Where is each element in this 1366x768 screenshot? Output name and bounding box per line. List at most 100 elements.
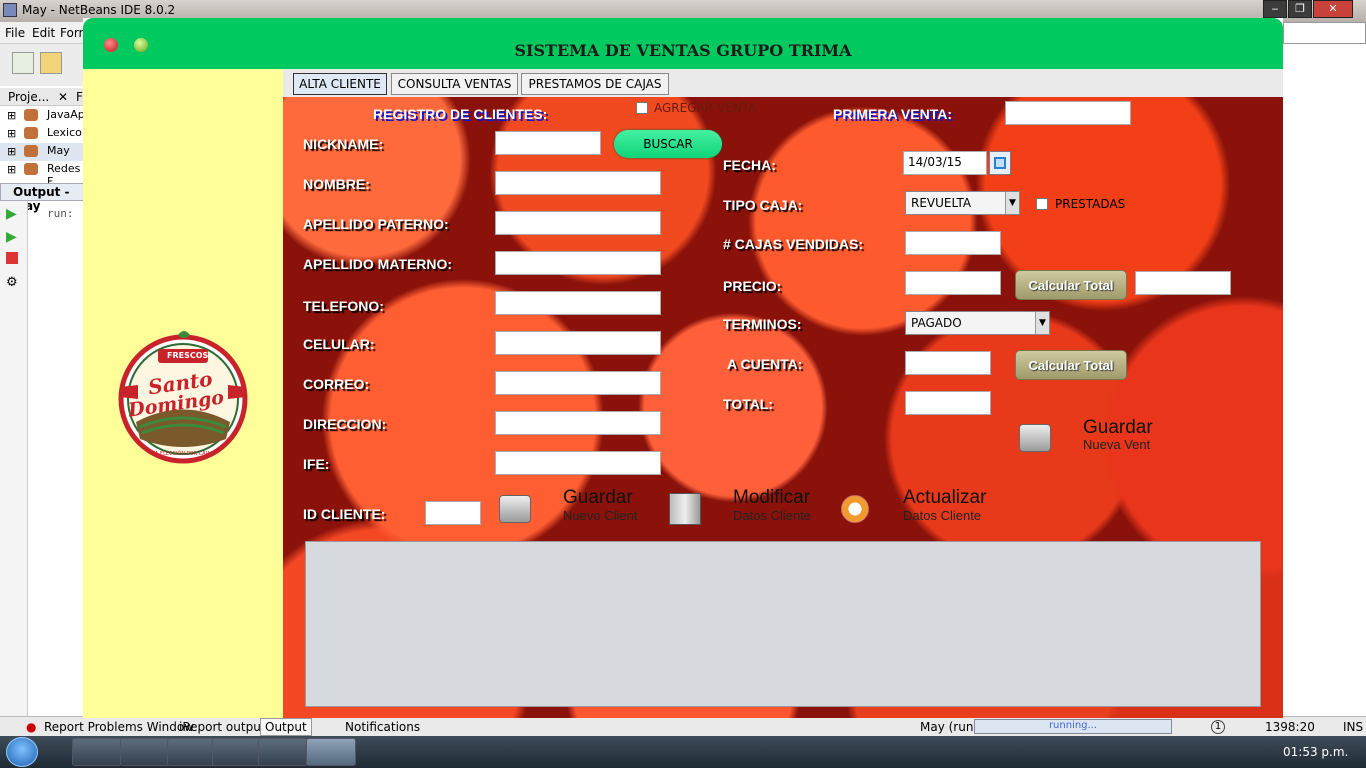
- refresh-icon[interactable]: [841, 495, 869, 523]
- calcular-total-button-1[interactable]: Calcular Total: [1015, 270, 1127, 300]
- cajas-vendidas-input[interactable]: [905, 231, 1001, 255]
- taskbar-explorer[interactable]: [72, 738, 122, 766]
- rerun-icon[interactable]: ▶: [6, 206, 22, 222]
- start-button[interactable]: [6, 737, 38, 767]
- settings-icon[interactable]: ⚙: [6, 275, 22, 291]
- primera-venta-label: PRIMERA VENTA:: [833, 106, 952, 122]
- modificar-cliente-button[interactable]: Modificar: [733, 487, 810, 509]
- output-tab-header[interactable]: Output - May: [0, 183, 84, 213]
- telefono-input[interactable]: [495, 291, 661, 315]
- prestadas-checkbox[interactable]: [1036, 198, 1048, 210]
- correo-input[interactable]: [495, 371, 661, 395]
- project-icon: [24, 109, 38, 121]
- registro-clientes-heading: REGISTRO DE CLIENTES:: [373, 106, 548, 122]
- nombre-input[interactable]: [495, 171, 661, 195]
- logo-tagline: LA ELECCIÓN POR CAJAS: [152, 451, 214, 457]
- chevron-down-icon: ▼: [1035, 312, 1049, 334]
- notifications-tab[interactable]: Notifications: [345, 720, 420, 734]
- taskbar-folder[interactable]: [258, 738, 308, 766]
- nickname-input[interactable]: [495, 131, 601, 155]
- direccion-input[interactable]: [495, 411, 661, 435]
- celular-label: CELULAR:: [303, 336, 375, 352]
- menu-edit[interactable]: Edit: [32, 26, 55, 40]
- caret-position: 1398:20: [1265, 720, 1315, 734]
- maximize-icon[interactable]: ❐: [1288, 0, 1312, 18]
- tab-files[interactable]: F: [76, 90, 83, 104]
- agregar-venta-checkbox[interactable]: [636, 102, 648, 114]
- tab-alta-cliente[interactable]: ALTA CLIENTE: [293, 73, 387, 95]
- actualizar-cliente-button[interactable]: Actualizar: [903, 487, 986, 509]
- guardar-venta-button[interactable]: Guardar: [1083, 417, 1153, 439]
- total-result-input[interactable]: [1135, 271, 1231, 295]
- taskbar-netbeans[interactable]: [212, 738, 262, 766]
- save-client-icon[interactable]: [499, 495, 531, 523]
- rerun-args-icon[interactable]: ▶: [6, 229, 22, 245]
- calcular-total-button-2[interactable]: Calcular Total: [1015, 350, 1127, 380]
- calendar-icon[interactable]: [989, 151, 1011, 175]
- ide-search-input[interactable]: [1283, 22, 1366, 44]
- modificar-cliente-sub: Datos Cliente: [733, 508, 812, 523]
- tab-consulta-ventas[interactable]: CONSULTA VENTAS: [391, 73, 518, 95]
- close-icon[interactable]: ✕: [1313, 0, 1353, 18]
- a-cuenta-input[interactable]: [905, 351, 991, 375]
- logo-top-text: FRESCOS: [167, 351, 209, 360]
- telefono-label: TELEFONO:: [303, 298, 384, 314]
- report-problems-tab[interactable]: Report Problems Window: [44, 720, 194, 734]
- ife-input[interactable]: [495, 451, 661, 475]
- taskbar-clock[interactable]: 01:53 p.m.: [1283, 745, 1348, 759]
- new-file-icon[interactable]: [12, 52, 34, 74]
- chevron-down-icon: ▼: [1005, 192, 1019, 214]
- tipo-caja-select[interactable]: REVUELTA ▼: [905, 191, 1020, 215]
- error-icon: ●: [26, 720, 37, 734]
- right-panel: [1283, 44, 1366, 716]
- stop-icon[interactable]: [6, 252, 18, 264]
- output-text: run:: [47, 207, 74, 220]
- tab-projects[interactable]: Proje...: [8, 90, 49, 104]
- save-sale-icon[interactable]: [1019, 424, 1051, 452]
- modify-client-icon[interactable]: [669, 493, 701, 525]
- apellido-materno-input[interactable]: [495, 251, 661, 275]
- agregar-venta-label: AGREGAR VENTA: [654, 101, 757, 115]
- tab-prestamos-de-cajas[interactable]: PRESTAMOS DE CAJAS: [521, 73, 669, 95]
- direccion-label: DIRECCION:: [303, 416, 387, 432]
- nickname-label: NICKNAME:: [303, 136, 384, 152]
- id-cliente-input[interactable]: [425, 501, 481, 525]
- tipo-caja-value: REVUELTA: [911, 196, 972, 210]
- new-project-icon[interactable]: [40, 52, 62, 74]
- terminos-label: TERMINOS:: [723, 316, 802, 332]
- apellido-paterno-label: APELLIDO PATERNO:: [303, 216, 449, 232]
- total-label: TOTAL:: [723, 396, 774, 412]
- cajas-vendidas-label: # CAJAS VENDIDAS:: [723, 236, 864, 252]
- ife-label: IFE:: [303, 456, 330, 472]
- taskbar-chrome[interactable]: [167, 738, 217, 766]
- guardar-cliente-button[interactable]: Guardar: [563, 487, 633, 509]
- results-table[interactable]: [305, 541, 1261, 707]
- total-input[interactable]: [905, 391, 991, 415]
- taskbar-app[interactable]: [120, 738, 170, 766]
- apellido-materno-label: APELLIDO MATERNO:: [303, 256, 453, 272]
- buscar-button[interactable]: BUSCAR: [614, 130, 722, 158]
- notification-badge[interactable]: 1: [1211, 720, 1225, 734]
- project-item[interactable]: ⊞ JavaAp: [0, 107, 85, 125]
- project-item[interactable]: ⊞ May: [0, 143, 84, 161]
- project-item[interactable]: ⊞ Redes F: [0, 161, 84, 188]
- precio-input[interactable]: [905, 271, 1001, 295]
- project-item[interactable]: ⊞ Lexico: [0, 125, 84, 143]
- apellido-paterno-input[interactable]: [495, 211, 661, 235]
- primera-venta-input[interactable]: [1005, 101, 1131, 125]
- ireport-output-tab[interactable]: iReport output: [179, 720, 266, 734]
- prestadas-label: PRESTADAS: [1055, 197, 1126, 211]
- project-icon: [24, 127, 38, 139]
- output-tab[interactable]: Output: [260, 718, 312, 736]
- fecha-label: FECHA:: [723, 157, 776, 173]
- terminos-select[interactable]: PAGADO ▼: [905, 311, 1050, 335]
- celular-input[interactable]: [495, 331, 661, 355]
- santo-domingo-logo: FRESCOS Santo Domingo LA ELECCIÓN POR CA…: [118, 327, 248, 467]
- close-tab-icon[interactable]: ✕: [58, 90, 68, 104]
- fecha-input[interactable]: 14/03/15: [903, 151, 987, 175]
- taskbar-java-app[interactable]: [306, 738, 356, 766]
- minimize-icon[interactable]: ‒: [1263, 0, 1287, 18]
- menu-file[interactable]: File: [5, 26, 25, 40]
- a-cuenta-label: A CUENTA:: [727, 356, 803, 372]
- app-title: SISTEMA DE VENTAS GRUPO TRIMA: [514, 41, 852, 60]
